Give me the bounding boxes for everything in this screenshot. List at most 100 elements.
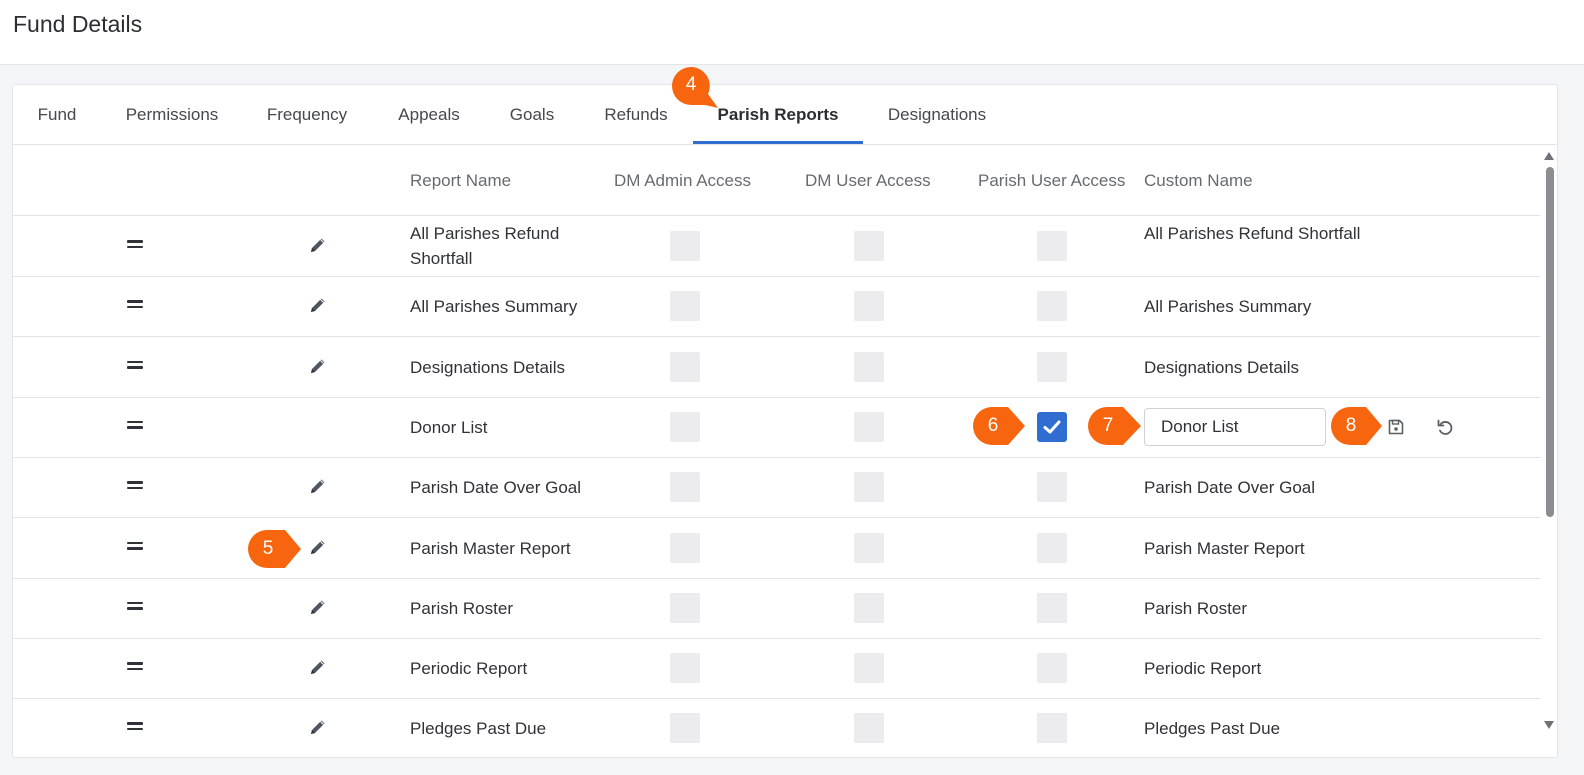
parish-user-access-checkbox[interactable]	[1037, 472, 1067, 503]
dm-admin-access-checkbox[interactable]	[670, 351, 700, 382]
callout-label: 6	[987, 415, 999, 436]
callout-label: 4	[685, 74, 697, 95]
parish-user-access-checkbox[interactable]	[1037, 231, 1067, 261]
header-bar: Fund Details	[0, 0, 1584, 65]
scroll-up-arrow-icon[interactable]	[1544, 152, 1554, 160]
parish-reports-table: Report Name DM Admin Access DM User Acce…	[13, 145, 1541, 757]
custom-name-input[interactable]	[1144, 407, 1326, 446]
scrollbar-thumb[interactable]	[1546, 167, 1554, 517]
parish-user-access-checkbox[interactable]	[1037, 291, 1067, 322]
tab-refunds[interactable]: Refunds	[593, 85, 679, 144]
table-header-row: Report Name DM Admin Access DM User Acce…	[13, 145, 1541, 216]
callout-marker-6: 6	[972, 407, 1028, 445]
drag-handle-icon[interactable]	[127, 360, 143, 371]
tab-designations[interactable]: Designations	[877, 85, 997, 144]
column-header-report-name[interactable]: Report Name	[410, 171, 511, 191]
drag-handle-icon[interactable]	[127, 481, 143, 491]
pencil-icon[interactable]	[308, 356, 330, 378]
drag-handle-icon[interactable]	[127, 662, 143, 672]
custom-name: All Parishes Summary	[1144, 297, 1312, 317]
report-name: Designations Details	[410, 357, 565, 377]
tab-bar: Fund Permissions Frequency Appeals Goals…	[13, 85, 1557, 145]
fund-details-card: Fund Permissions Frequency Appeals Goals…	[12, 84, 1558, 758]
parish-user-access-checkbox[interactable]	[1037, 653, 1067, 684]
dm-user-access-checkbox[interactable]	[854, 532, 884, 563]
parish-user-access-checkbox[interactable]	[1037, 351, 1067, 382]
scroll-down-arrow-icon[interactable]	[1544, 721, 1554, 729]
dm-admin-access-checkbox[interactable]	[670, 231, 700, 261]
table-row: Designations Details Designations Details	[13, 337, 1541, 398]
tab-appeals[interactable]: Appeals	[385, 85, 473, 144]
dm-user-access-checkbox[interactable]	[854, 231, 884, 261]
pencil-icon[interactable]	[308, 657, 330, 679]
callout-label: 8	[1345, 415, 1357, 436]
parish-user-access-checkbox[interactable]	[1037, 411, 1067, 442]
dm-user-access-checkbox[interactable]	[854, 713, 884, 744]
column-header-custom-name[interactable]: Custom Name	[1144, 171, 1253, 191]
pencil-icon[interactable]	[308, 476, 330, 498]
table-row: All Parishes Summary All Parishes Summary	[13, 276, 1541, 338]
page-title: Fund Details	[13, 11, 143, 37]
custom-name: Periodic Report	[1144, 659, 1262, 679]
pencil-icon[interactable]	[308, 597, 330, 619]
parish-user-access-checkbox[interactable]	[1037, 532, 1067, 563]
dm-user-access-checkbox[interactable]	[854, 472, 884, 503]
dm-admin-access-checkbox[interactable]	[670, 532, 700, 563]
tab-permissions[interactable]: Permissions	[115, 85, 229, 144]
dm-admin-access-checkbox[interactable]	[670, 713, 700, 744]
table-row: Donor List	[13, 397, 1541, 458]
tab-goals[interactable]: Goals	[499, 85, 565, 144]
dm-user-access-checkbox[interactable]	[854, 592, 884, 623]
drag-handle-icon[interactable]	[127, 300, 143, 310]
custom-name: Parish Date Over Goal	[1144, 478, 1316, 498]
dm-admin-access-checkbox[interactable]	[670, 472, 700, 503]
report-name: Parish Date Over Goal	[410, 478, 582, 498]
dm-admin-access-checkbox[interactable]	[670, 653, 700, 684]
custom-name: All Parishes Refund Shortfall	[1144, 224, 1361, 243]
dm-user-access-checkbox[interactable]	[854, 351, 884, 382]
column-header-parish-user-access[interactable]: Parish User Access	[978, 171, 1125, 191]
dm-user-access-checkbox[interactable]	[854, 291, 884, 322]
column-header-dm-admin-access[interactable]: DM Admin Access	[614, 171, 751, 191]
parish-user-access-checkbox[interactable]	[1037, 592, 1067, 623]
drag-handle-icon[interactable]	[127, 541, 143, 552]
callout-label: 7	[1102, 415, 1114, 436]
vertical-scrollbar[interactable]	[1541, 145, 1557, 757]
drag-handle-icon[interactable]	[127, 420, 143, 431]
pencil-icon[interactable]	[308, 295, 330, 317]
active-tab-indicator	[693, 141, 863, 144]
table-row: Periodic Report Periodic Report	[13, 638, 1541, 700]
report-name: Pledges Past Due	[410, 719, 547, 739]
pencil-icon[interactable]	[308, 717, 330, 739]
dm-user-access-checkbox[interactable]	[854, 653, 884, 684]
callout-marker-8: 8	[1330, 407, 1386, 445]
callout-marker-5: 5	[247, 530, 303, 568]
callout-label: 5	[262, 538, 274, 559]
tab-frequency[interactable]: Frequency	[257, 85, 357, 144]
dm-admin-access-checkbox[interactable]	[670, 291, 700, 322]
pencil-icon[interactable]	[308, 537, 330, 559]
dm-admin-access-checkbox[interactable]	[670, 411, 700, 442]
parish-user-access-checkbox[interactable]	[1037, 713, 1067, 744]
report-name: All Parishes Refund Shortfall	[410, 224, 560, 268]
pencil-icon[interactable]	[308, 235, 330, 257]
drag-handle-icon[interactable]	[127, 601, 143, 612]
save-icon[interactable]	[1386, 417, 1406, 437]
dm-admin-access-checkbox[interactable]	[670, 592, 700, 623]
callout-marker-4: 4	[670, 66, 726, 108]
drag-handle-icon[interactable]	[127, 240, 143, 250]
drag-handle-icon[interactable]	[127, 722, 143, 732]
table-row: Parish Date Over Goal Parish Date Over Go…	[13, 457, 1541, 519]
column-header-dm-user-access[interactable]: DM User Access	[805, 171, 931, 191]
report-name: Periodic Report	[410, 659, 528, 679]
custom-name: Parish Roster	[1144, 598, 1247, 618]
table-row: Pledges Past Due Pledges Past Due	[13, 698, 1541, 757]
report-name: Parish Master Report	[410, 538, 571, 558]
dm-user-access-checkbox[interactable]	[854, 411, 884, 442]
report-name: Donor List	[410, 417, 488, 437]
tab-fund[interactable]: Fund	[13, 85, 101, 144]
callout-marker-7: 7	[1087, 407, 1143, 445]
undo-icon[interactable]	[1435, 417, 1455, 437]
custom-name: Pledges Past Due	[1144, 719, 1281, 739]
table-row: All Parishes Refund Shortfall All Parishe…	[13, 216, 1541, 277]
